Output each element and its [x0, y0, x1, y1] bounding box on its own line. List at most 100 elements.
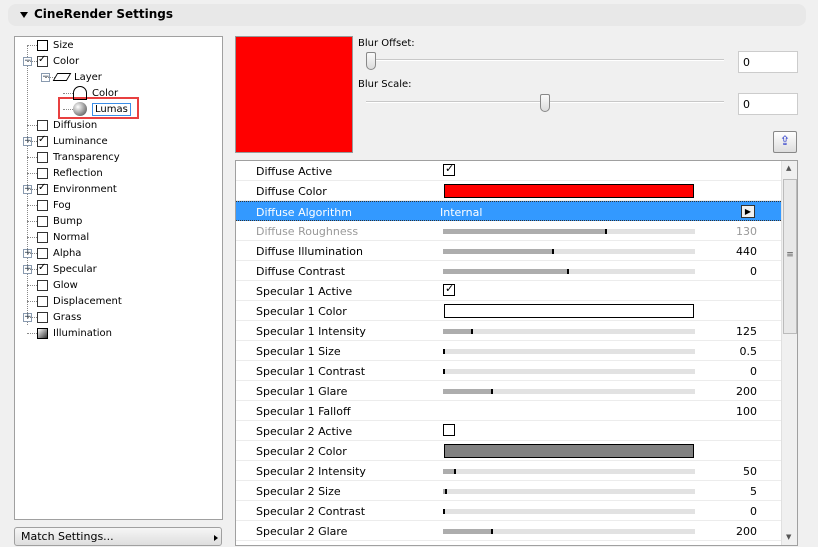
property-value[interactable]: 0 — [750, 365, 757, 378]
checkbox[interactable] — [37, 134, 48, 147]
tree-item-specular[interactable]: Specular — [37, 261, 97, 277]
checkbox[interactable] — [37, 311, 48, 323]
property-row[interactable]: Specular 1 Intensity 125 — [236, 321, 781, 341]
dropdown-arrow-icon[interactable]: ▶ — [741, 205, 755, 218]
tree-item-grass[interactable]: Grass — [37, 309, 81, 325]
property-row[interactable]: Diffuse Illumination 440 — [236, 241, 781, 261]
property-value[interactable]: 125 — [736, 325, 757, 338]
checkbox[interactable] — [37, 279, 48, 291]
blur-scale-input[interactable]: 0 — [738, 93, 798, 115]
property-slider[interactable] — [443, 249, 695, 254]
property-checkbox[interactable] — [443, 282, 455, 296]
property-row[interactable]: Specular 1 Contrast 0 — [236, 361, 781, 381]
property-row[interactable]: Specular 1 Color — [236, 301, 781, 321]
blur-offset-thumb[interactable] — [366, 52, 376, 70]
checkbox[interactable] — [37, 215, 48, 227]
property-row[interactable]: Specular 1 Falloff 100 — [236, 401, 781, 421]
property-row[interactable]: Specular 1 Size 0.5 — [236, 341, 781, 361]
algorithm-value[interactable]: Internal — [440, 206, 482, 219]
property-row[interactable]: Specular 2 Glare 200 — [236, 521, 781, 541]
color-swatch[interactable] — [444, 304, 694, 318]
tree-item-glow[interactable]: Glow — [37, 277, 78, 293]
tree-item-luminance[interactable]: Luminance — [37, 133, 108, 149]
property-value[interactable]: 100 — [736, 405, 757, 418]
property-slider[interactable] — [443, 489, 695, 494]
scrollbar-thumb[interactable]: ≡ — [783, 179, 797, 334]
color-swatch[interactable] — [444, 184, 694, 198]
match-settings-button[interactable]: Match Settings... — [14, 527, 222, 546]
checkbox[interactable] — [37, 295, 48, 307]
property-value[interactable]: 0 — [750, 265, 757, 278]
property-slider[interactable] — [443, 269, 695, 274]
checkbox[interactable] — [37, 182, 48, 195]
blur-offset-slider[interactable] — [366, 59, 724, 61]
tree-item-environment[interactable]: Environment — [37, 181, 117, 197]
property-slider[interactable] — [443, 229, 695, 234]
property-row[interactable]: Specular 1 Glare 200 — [236, 381, 781, 401]
tree-item-normal[interactable]: Normal — [37, 229, 89, 245]
checkbox[interactable] — [37, 119, 48, 131]
property-row[interactable]: Diffuse Active — [236, 161, 781, 181]
scroll-down-icon[interactable]: ▼ — [786, 533, 791, 541]
tree-item-diffusion[interactable]: Diffusion — [37, 117, 97, 133]
property-value[interactable]: 0.5 — [740, 345, 758, 358]
property-row[interactable]: Specular 2 Active — [236, 421, 781, 441]
checkbox[interactable] — [37, 167, 48, 179]
scrollbar[interactable]: ▲ ≡ ▼ — [781, 161, 797, 545]
tree-item-layer[interactable]: Layer — [52, 69, 102, 85]
property-row[interactable]: Specular 2 Contrast 0 — [236, 501, 781, 521]
property-slider[interactable] — [443, 329, 695, 334]
checkbox[interactable] — [37, 231, 48, 243]
property-value[interactable]: 0 — [750, 505, 757, 518]
property-value[interactable]: 440 — [736, 245, 757, 258]
tree-item-reflection[interactable]: Reflection — [37, 165, 103, 181]
tree-item-displacement[interactable]: Displacement — [37, 293, 122, 309]
checkbox[interactable] — [37, 54, 48, 67]
scroll-up-icon[interactable]: ▲ — [786, 164, 791, 172]
tree-item-lumas[interactable]: Lumas — [73, 101, 131, 117]
color-swatch[interactable] — [444, 444, 694, 458]
property-row[interactable]: Specular 2 Color — [236, 441, 781, 461]
property-value[interactable]: 200 — [736, 525, 757, 538]
tree-item-color[interactable]: Color — [37, 53, 79, 69]
property-list[interactable]: Specular 2 Glare 200 Specular 2 Contrast 0 S… — [235, 160, 798, 546]
property-slider[interactable] — [443, 509, 695, 514]
panel-header[interactable]: CineRender Settings — [8, 4, 806, 26]
tree-item-bump[interactable]: Bump — [37, 213, 82, 229]
tree-item-alpha[interactable]: Alpha — [37, 245, 81, 261]
checkbox[interactable] — [37, 262, 48, 275]
property-slider[interactable] — [443, 369, 695, 374]
tree-item-color[interactable]: Color — [73, 85, 118, 101]
property-value[interactable]: 200 — [736, 385, 757, 398]
property-row[interactable]: Diffuse Roughness 130 — [236, 221, 781, 241]
property-slider[interactable] — [443, 469, 695, 474]
tree-item-size[interactable]: Size — [37, 37, 74, 53]
property-slider[interactable] — [443, 389, 695, 394]
property-value[interactable]: 5 — [750, 485, 757, 498]
property-slider[interactable] — [443, 349, 695, 354]
checkbox[interactable] — [37, 199, 48, 211]
tree-item-label: Alpha — [53, 247, 82, 259]
property-value[interactable]: 130 — [736, 225, 757, 238]
color-preview-swatch[interactable] — [235, 36, 353, 153]
property-row[interactable]: Specular 1 Active — [236, 281, 781, 301]
tree-item-fog[interactable]: Fog — [37, 197, 71, 213]
export-icon[interactable]: ⇪ — [773, 131, 797, 153]
tree-item-illumination[interactable]: Illumination — [37, 325, 112, 341]
property-row[interactable]: Diffuse Color — [236, 181, 781, 201]
property-slider[interactable] — [443, 529, 695, 534]
checkbox[interactable] — [37, 247, 48, 259]
channel-tree[interactable]: Size−Color−LayerColorLumasDiffusion+Lumi… — [14, 36, 223, 520]
property-checkbox[interactable] — [443, 424, 455, 436]
property-row[interactable]: Diffuse Contrast 0 — [236, 261, 781, 281]
blur-offset-input[interactable]: 0 — [738, 51, 798, 73]
property-row[interactable]: Specular 2 Size 5 — [236, 481, 781, 501]
checkbox[interactable] — [37, 151, 48, 163]
collapse-triangle-icon[interactable] — [20, 11, 28, 18]
tree-item-transparency[interactable]: Transparency — [37, 149, 120, 165]
blur-scale-thumb[interactable] — [540, 94, 550, 112]
property-checkbox[interactable] — [443, 162, 455, 176]
property-value[interactable]: 50 — [743, 465, 757, 478]
property-row[interactable]: Diffuse Algorithm Internal ▶ — [236, 201, 781, 221]
property-row[interactable]: Specular 2 Intensity 50 — [236, 461, 781, 481]
